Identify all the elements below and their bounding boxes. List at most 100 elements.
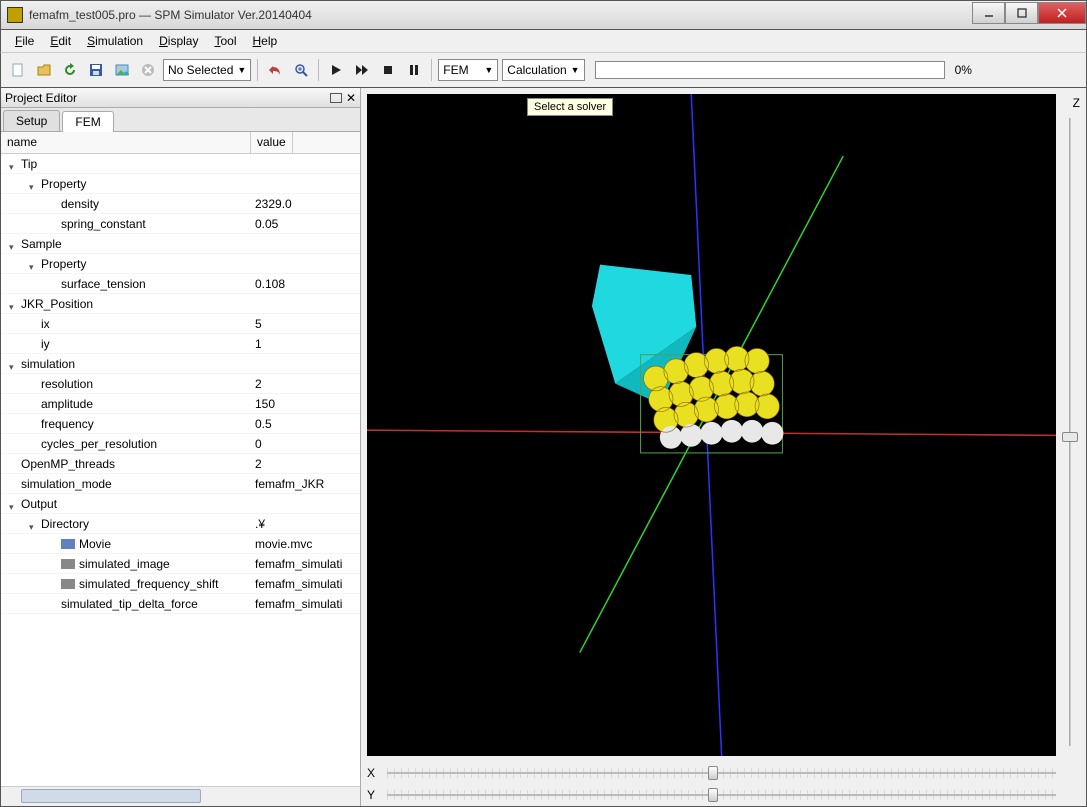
pause-button[interactable]	[403, 59, 425, 81]
tree-value[interactable]: 0	[251, 437, 262, 451]
cancel-button[interactable]	[137, 59, 159, 81]
tree-row[interactable]: resolution2	[1, 374, 360, 394]
axis-label-x: X	[367, 766, 387, 780]
tree-value[interactable]: femafm_simulati	[251, 597, 342, 611]
tree-row[interactable]: surface_tension0.108	[1, 274, 360, 294]
tree-value[interactable]: 0.05	[251, 217, 278, 231]
tree-value[interactable]: 150	[251, 397, 275, 411]
tree-name: frequency	[41, 417, 94, 431]
tree-row[interactable]: simulated_tip_delta_forcefemafm_simulati	[1, 594, 360, 614]
new-button[interactable]	[7, 59, 29, 81]
tab-fem[interactable]: FEM	[62, 111, 113, 132]
zoom-in-button[interactable]	[290, 59, 312, 81]
disclosure-triangle-icon[interactable]	[29, 519, 39, 529]
tree-row[interactable]: Output	[1, 494, 360, 514]
tree-row[interactable]: Moviemovie.mvc	[1, 534, 360, 554]
menu-edit[interactable]: Edit	[44, 32, 77, 50]
tree-value[interactable]: 2	[251, 457, 262, 471]
menu-help[interactable]: Help	[246, 32, 283, 50]
undock-icon[interactable]	[330, 93, 342, 103]
disclosure-triangle-icon[interactable]	[9, 299, 19, 309]
tree-name: iy	[41, 337, 50, 351]
col-value[interactable]: value	[251, 132, 293, 153]
close-button[interactable]	[1038, 2, 1086, 24]
tree-value[interactable]: femafm_JKR	[251, 477, 324, 491]
tree-body[interactable]: Tip Property density 2329.0 spring_constant 0…	[1, 154, 360, 786]
play-button[interactable]	[325, 59, 347, 81]
tree-row[interactable]: Property	[1, 254, 360, 274]
solver-combo[interactable]: FEM▼	[438, 59, 498, 81]
panel-close-icon[interactable]: ✕	[346, 91, 356, 105]
mode-combo[interactable]: Calculation▼	[502, 59, 584, 81]
tree-row[interactable]: simulated_frequency_shiftfemafm_simulati	[1, 574, 360, 594]
tree-value[interactable]: 1	[251, 337, 262, 351]
tree-value[interactable]: .¥	[251, 517, 265, 531]
y-slider[interactable]	[387, 788, 1056, 802]
tree-name: JKR_Position	[21, 297, 93, 311]
tree-row[interactable]: spring_constant 0.05	[1, 214, 360, 234]
tree-row[interactable]: Tip	[1, 154, 360, 174]
3d-viewport[interactable]: Select a solver	[367, 94, 1056, 756]
tree-row[interactable]: iy 1	[1, 334, 360, 354]
tree-row[interactable]: amplitude 150	[1, 394, 360, 414]
tree-row[interactable]: ix5	[1, 314, 360, 334]
tab-setup[interactable]: Setup	[3, 110, 60, 131]
tree-name: Tip	[21, 157, 37, 171]
stop-button[interactable]	[377, 59, 399, 81]
disclosure-triangle-icon[interactable]	[9, 359, 19, 369]
tree-row[interactable]: OpenMP_threads2	[1, 454, 360, 474]
app-icon	[7, 7, 23, 23]
tree-row[interactable]: cycles_per_resolution0	[1, 434, 360, 454]
disclosure-triangle-icon[interactable]	[9, 239, 19, 249]
tree-row[interactable]: simulation	[1, 354, 360, 374]
col-name[interactable]: name	[1, 132, 251, 153]
tree-value[interactable]: 5	[251, 317, 262, 331]
z-slider[interactable]	[1062, 118, 1078, 746]
selection-combo[interactable]: No Selected▼	[163, 59, 251, 81]
maximize-button[interactable]	[1005, 2, 1038, 24]
disclosure-triangle-icon[interactable]	[9, 499, 19, 509]
tree-name: simulation	[21, 357, 75, 371]
tree-row[interactable]: JKR_Position	[1, 294, 360, 314]
menu-simulation[interactable]: Simulation	[81, 32, 149, 50]
undo-button[interactable]	[264, 59, 286, 81]
tree-name: Directory	[41, 517, 89, 531]
tree-row[interactable]: Directory .¥	[1, 514, 360, 534]
image-button[interactable]	[111, 59, 133, 81]
tree-name: simulated_image	[79, 557, 170, 571]
menu-display[interactable]: Display	[153, 32, 204, 50]
tree-row[interactable]: density 2329.0	[1, 194, 360, 214]
tree-value[interactable]: femafm_simulati	[251, 557, 342, 571]
tree-value[interactable]: 2	[251, 377, 262, 391]
x-slider[interactable]	[387, 766, 1056, 780]
disclosure-triangle-icon[interactable]	[9, 159, 19, 169]
tree-row[interactable]: Sample	[1, 234, 360, 254]
tree-value[interactable]: femafm_simulati	[251, 577, 342, 591]
tree-value[interactable]: 2329.0	[251, 197, 292, 211]
open-button[interactable]	[33, 59, 55, 81]
save-button[interactable]	[85, 59, 107, 81]
tree-value[interactable]: 0.108	[251, 277, 285, 291]
fastforward-button[interactable]	[351, 59, 373, 81]
tree-name: density	[61, 197, 99, 211]
tree-name: Sample	[21, 237, 62, 251]
tree-name: amplitude	[41, 397, 93, 411]
tree-name: Property	[41, 257, 86, 271]
solver-combo-label: FEM	[443, 63, 468, 77]
tree-name: Property	[41, 177, 86, 191]
tree-row[interactable]: simulation_modefemafm_JKR	[1, 474, 360, 494]
disclosure-triangle-icon[interactable]	[29, 179, 39, 189]
menu-file[interactable]: File	[9, 32, 40, 50]
menu-tool[interactable]: Tool	[208, 32, 242, 50]
menubar: File Edit Simulation Display Tool Help	[0, 30, 1087, 52]
minimize-button[interactable]	[972, 2, 1005, 24]
disclosure-triangle-icon[interactable]	[29, 259, 39, 269]
tree-row[interactable]: simulated_image femafm_simulati	[1, 554, 360, 574]
tree-value[interactable]: movie.mvc	[251, 537, 312, 551]
tree-name: spring_constant	[61, 217, 146, 231]
tree-row[interactable]: Property	[1, 174, 360, 194]
tree-row[interactable]: frequency 0.5	[1, 414, 360, 434]
horizontal-scrollbar[interactable]	[1, 786, 360, 806]
refresh-button[interactable]	[59, 59, 81, 81]
tree-value[interactable]: 0.5	[251, 417, 272, 431]
